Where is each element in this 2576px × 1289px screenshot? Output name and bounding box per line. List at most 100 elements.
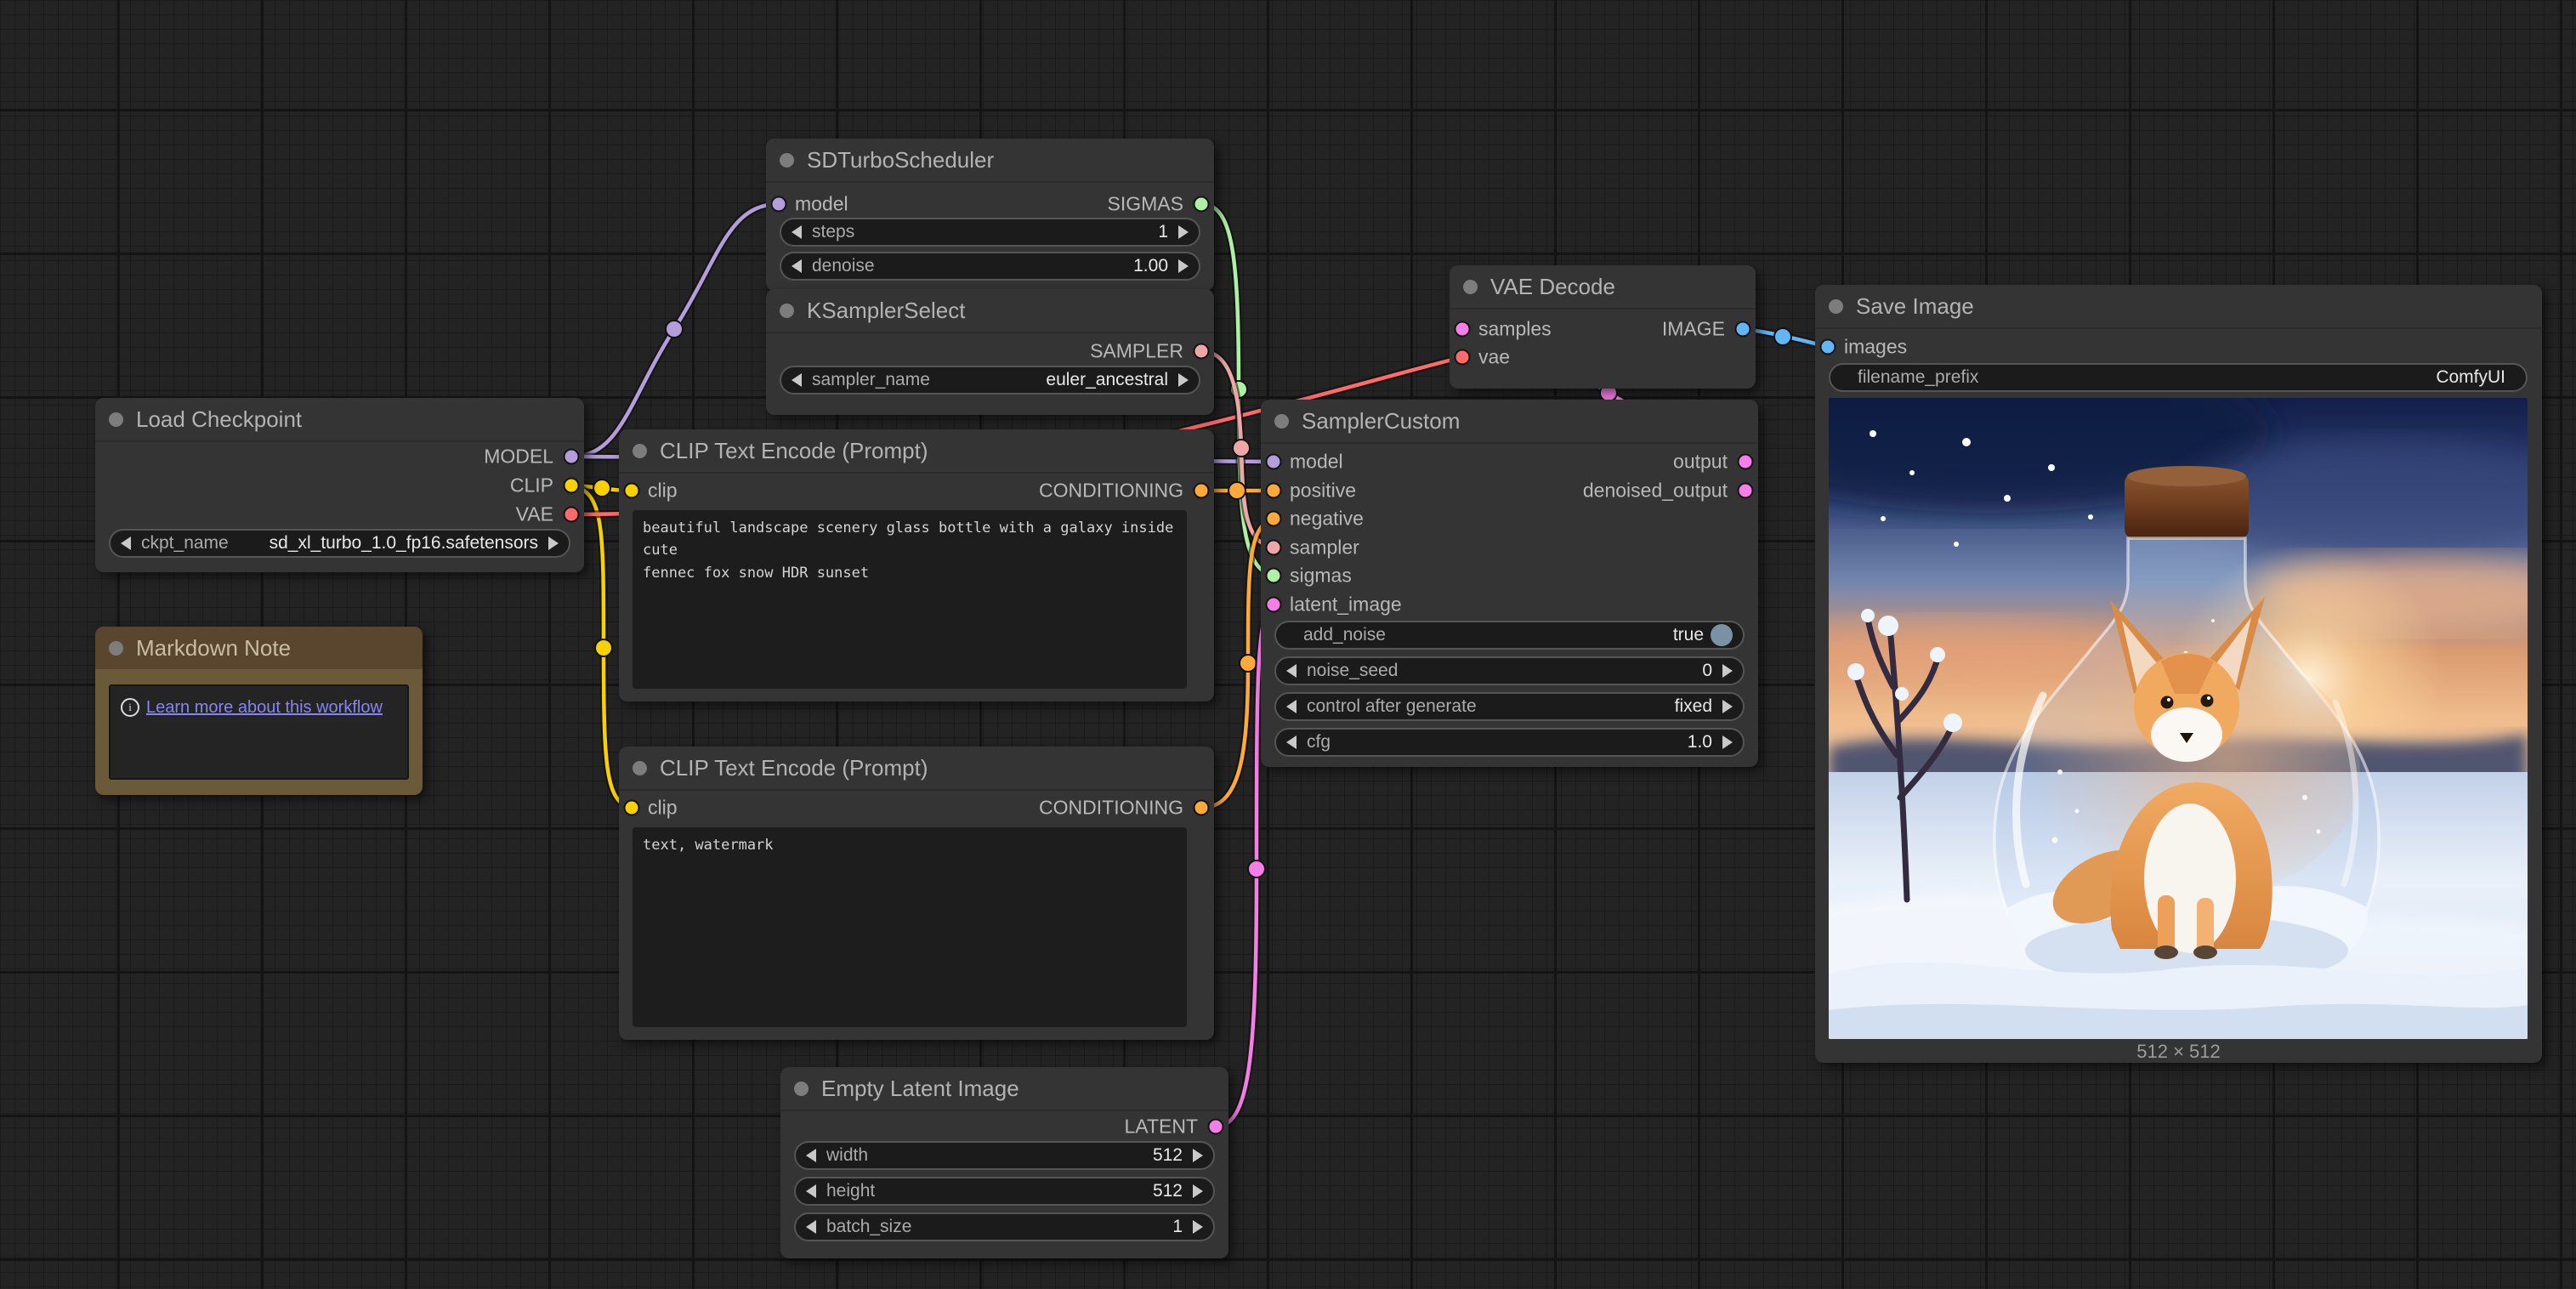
widget-cfg[interactable]: cfg 1.0 (1274, 728, 1745, 757)
node-header[interactable]: SamplerCustom (1261, 400, 1758, 444)
input-port-negative[interactable] (1266, 511, 1282, 527)
collapse-dot-icon[interactable] (1463, 280, 1478, 294)
input-label: latent_image (1290, 593, 1402, 616)
stepper-left-icon[interactable] (1286, 700, 1297, 713)
node-title: Save Image (1856, 293, 1974, 320)
widget-batch-size[interactable]: batch_size 1 (794, 1212, 1215, 1241)
input-port-latent-image[interactable] (1266, 597, 1282, 613)
image-resolution-caption: 512 × 512 (1815, 1041, 2542, 1063)
input-port-images[interactable] (1820, 339, 1836, 355)
output-port-denoised-output[interactable] (1738, 483, 1754, 499)
widget-height[interactable]: height 512 (794, 1177, 1215, 1206)
widget-value: fixed (1675, 696, 1712, 717)
output-port-clip[interactable] (564, 478, 580, 494)
widget-sampler-name[interactable]: sampler_name euler_ancestral (780, 366, 1200, 395)
toggle-knob-icon[interactable] (1711, 624, 1733, 646)
output-port-latent[interactable] (1208, 1119, 1224, 1135)
node-clip-encode-negative[interactable]: CLIP Text Encode (Prompt) clip CONDITION… (619, 747, 1214, 1040)
stepper-left-icon[interactable] (121, 537, 131, 550)
workflow-help-link[interactable]: Learn more about this workflow (146, 698, 383, 718)
stepper-right-icon[interactable] (548, 537, 559, 550)
output-port-model[interactable] (564, 449, 580, 465)
output-port-output[interactable] (1738, 454, 1754, 470)
node-header[interactable]: VAE Decode (1450, 265, 1756, 309)
collapse-dot-icon[interactable] (780, 304, 794, 318)
prompt-textarea[interactable]: text, watermark (633, 827, 1187, 1027)
stepper-right-icon[interactable] (1178, 259, 1189, 273)
node-sampler-custom[interactable]: SamplerCustom model positive negative sa… (1261, 400, 1758, 767)
collapse-dot-icon[interactable] (109, 412, 123, 427)
node-header[interactable]: Save Image (1815, 285, 2542, 329)
widget-denoise[interactable]: denoise 1.00 (780, 252, 1200, 281)
widget-width[interactable]: width 512 (794, 1141, 1215, 1170)
widget-add-noise[interactable]: add_noise true (1274, 621, 1745, 650)
collapse-dot-icon[interactable] (1274, 414, 1289, 429)
collapse-dot-icon[interactable] (780, 153, 794, 168)
collapse-dot-icon[interactable] (109, 641, 123, 656)
stepper-right-icon[interactable] (1193, 1220, 1203, 1234)
widget-label: steps (812, 222, 854, 242)
stepper-left-icon[interactable] (792, 373, 802, 387)
widget-label: batch_size (826, 1217, 911, 1237)
collapse-dot-icon[interactable] (633, 444, 647, 458)
input-port-model[interactable] (771, 196, 787, 213)
node-markdown-note[interactable]: Markdown Note Learn more about this work… (95, 627, 423, 795)
node-header[interactable]: CLIP Text Encode (Prompt) (619, 429, 1214, 474)
widget-control-after-generate[interactable]: control after generate fixed (1274, 692, 1745, 721)
node-header[interactable]: Load Checkpoint (95, 398, 584, 442)
input-port-samples[interactable] (1455, 321, 1471, 338)
stepper-right-icon[interactable] (1178, 225, 1189, 239)
node-graph-canvas[interactable]: SDTurboScheduler model SIGMAS steps 1 de… (0, 0, 2576, 1289)
input-port-clip[interactable] (624, 483, 640, 499)
input-port-vae[interactable] (1455, 349, 1471, 366)
generated-image-preview (1829, 398, 2528, 1039)
output-port-conditioning[interactable] (1194, 800, 1210, 816)
widget-value: sd_xl_turbo_1.0_fp16.safetensors (270, 533, 538, 554)
input-port-model[interactable] (1266, 454, 1282, 470)
output-port-image[interactable] (1735, 321, 1751, 338)
output-label: denoised_output (1583, 480, 1728, 503)
output-port-conditioning[interactable] (1194, 483, 1210, 499)
stepper-left-icon[interactable] (806, 1220, 816, 1234)
widget-noise-seed[interactable]: noise_seed 0 (1274, 656, 1745, 685)
input-port-sigmas[interactable] (1266, 568, 1282, 584)
stepper-left-icon[interactable] (806, 1184, 816, 1198)
stepper-right-icon[interactable] (1193, 1149, 1203, 1162)
collapse-dot-icon[interactable] (1829, 299, 1843, 314)
stepper-right-icon[interactable] (1722, 735, 1733, 749)
stepper-left-icon[interactable] (1286, 664, 1297, 678)
node-empty-latent-image[interactable]: Empty Latent Image LATENT width 512 heig… (780, 1067, 1228, 1258)
input-port-sampler[interactable] (1266, 540, 1282, 556)
node-clip-encode-positive[interactable]: CLIP Text Encode (Prompt) clip CONDITION… (619, 429, 1214, 701)
input-port-positive[interactable] (1266, 483, 1282, 499)
output-port-sampler[interactable] (1194, 344, 1210, 360)
node-ksamplerselect[interactable]: KSamplerSelect SAMPLER sampler_name eule… (766, 289, 1214, 415)
output-port-sigmas[interactable] (1194, 196, 1210, 213)
stepper-right-icon[interactable] (1722, 700, 1733, 713)
stepper-left-icon[interactable] (1286, 735, 1297, 749)
node-sdturboscheduler[interactable]: SDTurboScheduler model SIGMAS steps 1 de… (766, 139, 1214, 291)
stepper-right-icon[interactable] (1193, 1184, 1203, 1198)
stepper-left-icon[interactable] (792, 225, 802, 239)
collapse-dot-icon[interactable] (794, 1082, 809, 1096)
stepper-left-icon[interactable] (806, 1149, 816, 1162)
output-port-vae[interactable] (564, 507, 580, 523)
node-header[interactable]: Empty Latent Image (780, 1067, 1228, 1111)
widget-filename-prefix[interactable]: filename_prefix ComfyUI (1829, 363, 2528, 392)
input-port-clip[interactable] (624, 800, 640, 816)
node-header[interactable]: KSamplerSelect (766, 289, 1214, 333)
stepper-right-icon[interactable] (1178, 373, 1189, 387)
node-header[interactable]: CLIP Text Encode (Prompt) (619, 747, 1214, 791)
widget-steps[interactable]: steps 1 (780, 218, 1200, 247)
node-header[interactable]: Markdown Note (95, 627, 423, 669)
stepper-right-icon[interactable] (1722, 664, 1733, 678)
prompt-textarea[interactable]: beautiful landscape scenery glass bottle… (633, 510, 1187, 689)
node-vae-decode[interactable]: VAE Decode samples vae IMAGE (1450, 265, 1756, 389)
node-header[interactable]: SDTurboScheduler (766, 139, 1214, 183)
input-label: positive (1290, 480, 1356, 503)
node-load-checkpoint[interactable]: Load Checkpoint MODEL CLIP VAE ckpt_name… (95, 398, 584, 572)
widget-ckpt-name[interactable]: ckpt_name sd_xl_turbo_1.0_fp16.safetenso… (109, 529, 570, 558)
stepper-left-icon[interactable] (792, 259, 802, 273)
collapse-dot-icon[interactable] (633, 761, 647, 775)
node-save-image[interactable]: Save Image images filename_prefix ComfyU… (1815, 285, 2542, 1063)
